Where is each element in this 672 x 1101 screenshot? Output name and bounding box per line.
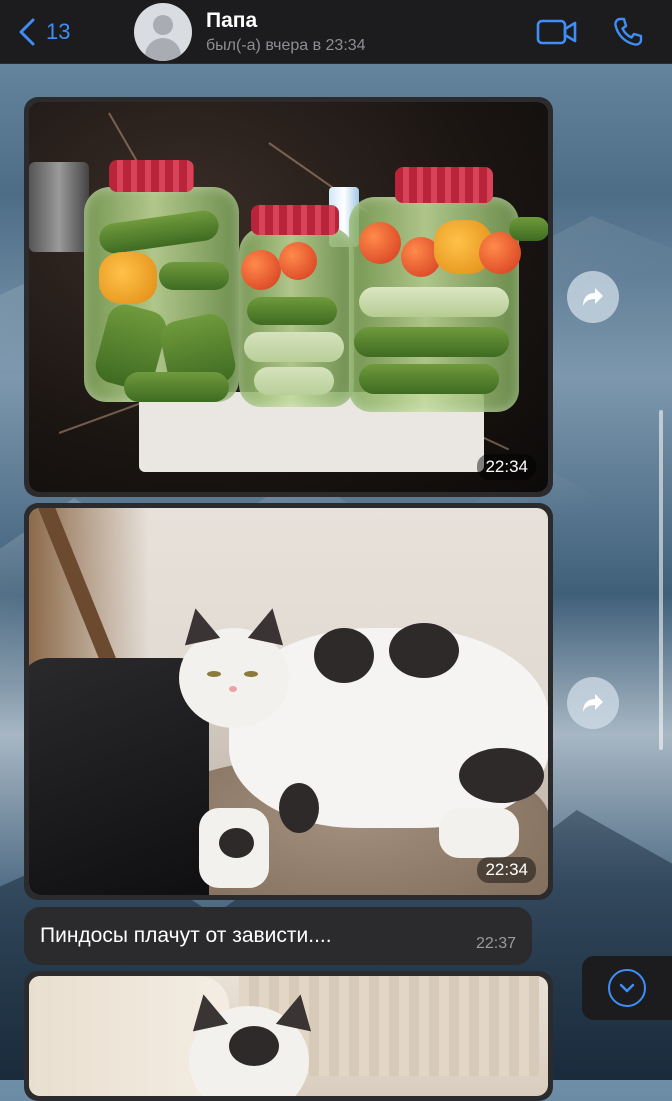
share-arrow-icon [583, 288, 603, 306]
chevron-left-icon [19, 18, 35, 45]
avatar[interactable] [134, 2, 192, 61]
scroll-to-bottom-button[interactable] [582, 956, 672, 1020]
scrollbar[interactable] [659, 410, 663, 750]
share-button[interactable] [567, 271, 619, 323]
chat-header: 13 Папа был(-а) вчера в 23:34 [0, 0, 672, 64]
unread-count: 13 [46, 18, 71, 44]
chevron-down-icon [619, 983, 635, 993]
phone-icon [614, 17, 643, 46]
back-button[interactable]: 13 [18, 18, 98, 46]
photo-message[interactable] [24, 971, 553, 1101]
video-camera-icon [536, 19, 577, 44]
video-call-button[interactable] [536, 18, 578, 46]
call-button[interactable] [612, 16, 644, 48]
text-message[interactable]: Пиндосы плачут от зависти.... 22:37 [24, 907, 532, 965]
chat-title-block[interactable]: Папа был(-а) вчера в 23:34 [206, 9, 366, 55]
photo-message[interactable]: 22:34 [24, 503, 553, 900]
photo-message[interactable]: 22:34 [24, 97, 553, 497]
message-time: 22:37 [475, 935, 516, 952]
share-arrow-icon [583, 694, 603, 712]
chat-title: Папа [206, 8, 258, 32]
last-seen-status: был(-а) вчера в 23:34 [206, 36, 366, 54]
photo-cat[interactable]: 22:34 [29, 508, 548, 895]
photo-cat-partial[interactable] [29, 976, 548, 1096]
photo-pickled-jars[interactable]: 22:34 [29, 102, 548, 492]
message-time: 22:34 [477, 454, 536, 480]
message-text: Пиндосы плачут от зависти.... [40, 924, 332, 947]
share-button[interactable] [567, 677, 619, 729]
message-time: 22:34 [477, 857, 536, 883]
